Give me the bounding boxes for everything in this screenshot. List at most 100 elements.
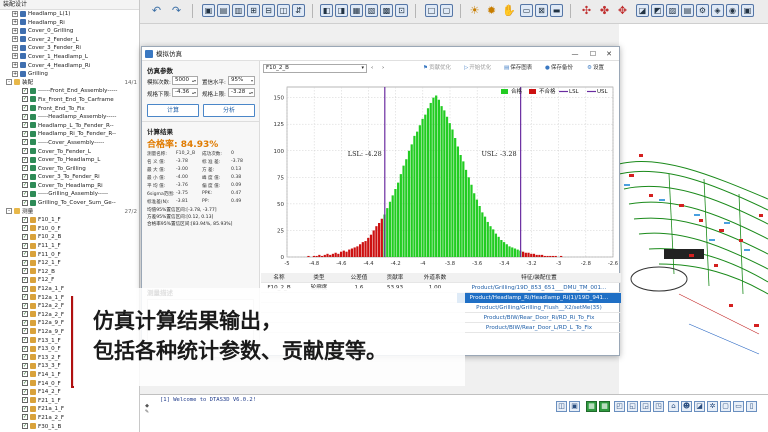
section-view-icon[interactable]: ◪ bbox=[694, 401, 705, 412]
edge-icon[interactable]: ◲ bbox=[640, 401, 651, 412]
view-iso2-icon[interactable]: ▣ bbox=[569, 401, 580, 412]
explode-icon[interactable]: ✲ bbox=[707, 401, 718, 412]
visibility-checkbox[interactable]: ✓ bbox=[22, 388, 28, 395]
visibility-checkbox[interactable]: ✓ bbox=[22, 311, 28, 318]
visibility-checkbox[interactable]: ✓ bbox=[22, 276, 28, 283]
expand-toggle-icon[interactable]: + bbox=[12, 53, 18, 60]
tree-item[interactable]: ✓ F30_1_B bbox=[0, 423, 139, 432]
view-front-icon[interactable]: □ bbox=[425, 4, 438, 17]
tree-item[interactable]: ✓ Grilling_To_Cover_Sum_Ge-- bbox=[0, 199, 139, 208]
datum-tool-icon[interactable]: ◫ bbox=[277, 4, 290, 17]
tree-item[interactable]: + Headlamp_L(1) bbox=[0, 10, 139, 19]
tree-item[interactable]: + Cover_0_Grilling bbox=[0, 27, 139, 36]
visibility-checkbox[interactable]: ✓ bbox=[22, 285, 28, 292]
visibility-checkbox[interactable]: ✓ bbox=[22, 371, 28, 378]
tree-item[interactable]: ✓ F21a_2_F bbox=[0, 414, 139, 423]
visibility-checkbox[interactable]: ✓ bbox=[22, 414, 28, 421]
tree-item[interactable]: + Cover_4_Headlamp_Ri bbox=[0, 62, 139, 71]
lsl-input[interactable]: -4.36 ▴▾ bbox=[172, 88, 198, 97]
hide-icon[interactable]: ◩ bbox=[651, 4, 664, 17]
view-iso-icon[interactable]: ◫ bbox=[556, 401, 567, 412]
tree-item[interactable]: ✓ Front_End_To_Fix bbox=[0, 105, 139, 114]
pan-icon[interactable]: ✥ bbox=[616, 4, 629, 17]
report-icon[interactable]: ▦ bbox=[350, 4, 363, 17]
monitor-icon[interactable]: ▬ bbox=[550, 4, 563, 17]
column-header[interactable]: 名称 bbox=[261, 273, 297, 283]
column-header[interactable]: 特征/装配位置 bbox=[457, 273, 621, 283]
visibility-checkbox[interactable]: ✓ bbox=[22, 225, 28, 232]
expand-toggle-icon[interactable]: - bbox=[6, 79, 12, 86]
tree-item[interactable]: ✓ Headlamp_Ri_To_Fender_R-- bbox=[0, 130, 139, 139]
visibility-checkbox[interactable]: ✓ bbox=[22, 423, 28, 429]
visibility-checkbox[interactable]: ✓ bbox=[22, 190, 28, 197]
fit-view-icon[interactable]: ▭ bbox=[520, 4, 533, 17]
visibility-checkbox[interactable]: ✓ bbox=[22, 362, 28, 369]
grid-view2-icon[interactable]: ▦ bbox=[599, 401, 610, 412]
visibility-checkbox[interactable]: ✓ bbox=[22, 216, 28, 223]
visibility-checkbox[interactable]: ✓ bbox=[22, 199, 28, 206]
column-header[interactable]: 类型 bbox=[297, 273, 341, 283]
tree-item[interactable]: ✓ F11_0_F bbox=[0, 251, 139, 260]
view-top-icon[interactable]: ▭ bbox=[733, 401, 744, 412]
prev-icon[interactable]: ‹ bbox=[371, 64, 373, 73]
expand-toggle-icon[interactable]: + bbox=[12, 10, 18, 17]
expand-toggle-icon[interactable]: + bbox=[12, 44, 18, 51]
tree-item[interactable]: ✓ ------Front_End_Assembly----- bbox=[0, 87, 139, 96]
tree-item[interactable]: ✓ F10_0_F bbox=[0, 225, 139, 234]
visibility-checkbox[interactable]: ✓ bbox=[22, 139, 28, 146]
tree-item[interactable]: ✓ Cover_To_Grilling bbox=[0, 165, 139, 174]
simulate-icon[interactable]: ◧ bbox=[320, 4, 333, 17]
tolerance-tool-icon[interactable]: ⊞ bbox=[247, 4, 260, 17]
analysis-icon[interactable]: ◨ bbox=[335, 4, 348, 17]
select-tool-icon[interactable]: ▣ bbox=[202, 4, 215, 17]
view-right-icon[interactable]: ▯ bbox=[746, 401, 757, 412]
light-source-icon[interactable]: ◉ bbox=[726, 4, 739, 17]
wireframe-icon[interactable]: ◰ bbox=[614, 401, 625, 412]
column-header[interactable]: 外道系数 bbox=[413, 273, 457, 283]
3d-viewport[interactable] bbox=[619, 24, 768, 394]
visibility-checkbox[interactable]: ✓ bbox=[22, 165, 28, 172]
column-header[interactable]: 贡献率 bbox=[377, 273, 413, 283]
assembly-tool-icon[interactable]: ▥ bbox=[232, 4, 245, 17]
settings-tool-icon[interactable]: ⚙ bbox=[696, 4, 709, 17]
visibility-checkbox[interactable]: ✓ bbox=[22, 105, 28, 112]
visibility-checkbox[interactable]: ✓ bbox=[22, 380, 28, 387]
move-tool-icon[interactable]: ⇵ bbox=[292, 4, 305, 17]
expand-toggle-icon[interactable]: + bbox=[12, 27, 18, 34]
undo-icon[interactable]: ↶ bbox=[150, 4, 163, 17]
close-icon[interactable]: ✕ bbox=[601, 47, 617, 61]
axis-icon[interactable]: ✣ bbox=[580, 4, 593, 17]
tree-item[interactable]: + Headlamp_Ri bbox=[0, 19, 139, 28]
shaded-icon[interactable]: ◱ bbox=[627, 401, 638, 412]
visibility-checkbox[interactable]: ✓ bbox=[22, 87, 28, 94]
tree-item[interactable]: ✓ F12_1_F bbox=[0, 259, 139, 268]
visibility-checkbox[interactable]: ✓ bbox=[22, 328, 28, 335]
expand-toggle-icon[interactable]: + bbox=[12, 19, 18, 26]
usl-input[interactable]: -3.28 ▴▾ bbox=[228, 88, 255, 97]
tree-item[interactable]: ✓ -----Grilling_Assembly----- bbox=[0, 190, 139, 199]
visibility-checkbox[interactable]: ✓ bbox=[22, 130, 28, 137]
rotate-icon[interactable]: ✤ bbox=[598, 4, 611, 17]
export-icon[interactable]: ⊡ bbox=[395, 4, 408, 17]
visibility-checkbox[interactable]: ✓ bbox=[22, 113, 28, 120]
tree-item[interactable]: ✓ Headlamp_L_To_Fender_R-- bbox=[0, 122, 139, 131]
redo-icon[interactable]: ↷ bbox=[170, 4, 183, 17]
visibility-checkbox[interactable]: ✓ bbox=[22, 233, 28, 240]
people-icon[interactable]: ☻ bbox=[681, 401, 692, 412]
visibility-checkbox[interactable]: ✓ bbox=[22, 302, 28, 309]
tree-item[interactable]: ✓ -----Headlamp_Assembly----- bbox=[0, 113, 139, 122]
measurement-select[interactable]: F10_2_B ▾ bbox=[263, 64, 367, 73]
visibility-checkbox[interactable]: ✓ bbox=[22, 259, 28, 266]
save-chart-button[interactable]: ▤保存图表 bbox=[504, 64, 532, 73]
calculate-button[interactable]: 计算 bbox=[147, 104, 199, 117]
layer-icon[interactable]: ▤ bbox=[681, 4, 694, 17]
bulb-icon[interactable]: ☀ bbox=[468, 4, 481, 17]
tree-item[interactable]: ✓ Cover_To_Fender_L bbox=[0, 148, 139, 157]
tree-item[interactable]: ✓ F21_1_F bbox=[0, 397, 139, 406]
tree-item[interactable]: ✓ Cover_To_Headlamp_Ri bbox=[0, 182, 139, 191]
expand-toggle-icon[interactable]: - bbox=[6, 208, 12, 215]
sim-count-input[interactable]: 5000 ▴▾ bbox=[172, 76, 198, 85]
visibility-checkbox[interactable]: ✓ bbox=[22, 122, 28, 129]
tree-item[interactable]: ✓ F21a_1_F bbox=[0, 405, 139, 414]
display-icon[interactable]: ▣ bbox=[741, 4, 754, 17]
